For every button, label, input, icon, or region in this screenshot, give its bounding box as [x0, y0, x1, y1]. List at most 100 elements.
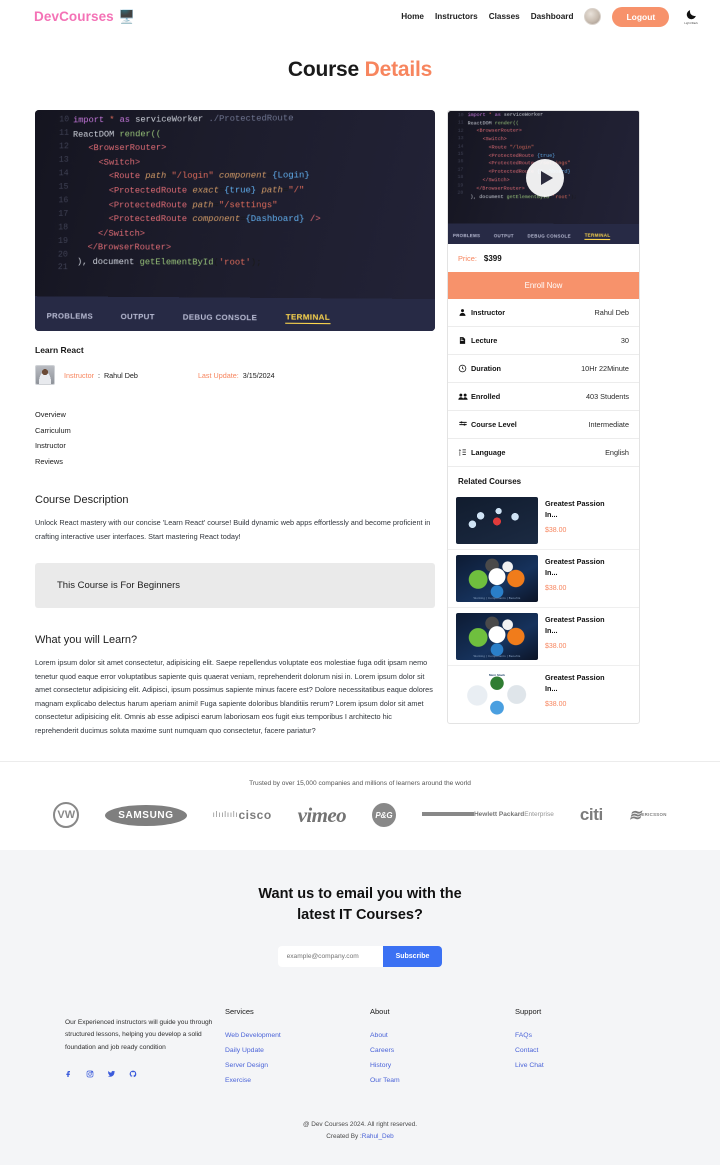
gutter-line: 19 — [58, 236, 68, 246]
related-course-price: $38.00 — [545, 584, 567, 592]
footer-link-exercise[interactable]: Exercise — [225, 1073, 370, 1088]
info-key: Course Level — [471, 420, 517, 429]
cisco-wordmark: cisco — [238, 808, 272, 823]
info-row-duration: Duration 10Hr 22Minute — [448, 355, 639, 383]
footer-link-our-team[interactable]: Our Team — [370, 1073, 515, 1088]
page-title: Course Details — [0, 33, 720, 110]
info-row-language: Language English — [448, 439, 639, 467]
course-meta-row: Instructor : Rahul Deb Last Update: 3/15… — [35, 365, 435, 385]
gutter-line: 12 — [58, 141, 69, 152]
user-icon — [458, 308, 471, 317]
site-footer: Our Experienced instructors will guide y… — [0, 997, 720, 1107]
nav-item-classes[interactable]: Classes — [489, 12, 520, 21]
tab-instructor[interactable]: Instructor — [35, 440, 435, 453]
users-icon — [458, 392, 471, 401]
terminal-tab-terminal: TERMINAL — [285, 312, 331, 325]
tab-overview[interactable]: Overview — [35, 409, 435, 422]
info-value: Rahul Deb — [594, 308, 629, 317]
gutter-line: 20 — [457, 190, 464, 197]
footer-link-web-development[interactable]: Web Development — [225, 1028, 370, 1043]
footer-column-services: Services Web Development Daily Update Se… — [225, 1007, 370, 1088]
tab-reviews[interactable]: Reviews — [35, 456, 435, 469]
pg-logo: P&G — [371, 803, 396, 828]
newsletter-heading-line1: Want us to email you with the — [258, 886, 462, 903]
footer-link-faqs[interactable]: FAQs — [515, 1028, 660, 1043]
enroll-now-button[interactable]: Enroll Now — [448, 272, 639, 299]
play-button-icon[interactable] — [525, 158, 564, 197]
newsletter-section: Want us to email you with the latest IT … — [0, 850, 720, 998]
related-course-item[interactable]: Mern Stack Greatest Passion In... $38.00 — [448, 666, 639, 723]
related-course-item[interactable]: Greatest Passion In... $38.00 — [448, 492, 639, 550]
info-value: Intermediate — [588, 420, 629, 429]
page-title-primary: Course — [287, 58, 360, 81]
page-title-accent: Details — [364, 58, 433, 81]
footer-link-live-chat[interactable]: Live Chat — [515, 1058, 660, 1073]
instructor-meta: Instructor : Rahul Deb — [64, 371, 138, 380]
logout-button[interactable]: Logout — [612, 6, 670, 27]
credit-line: Created By :Rahul_Deb — [0, 1131, 720, 1143]
related-courses-title: Related Courses — [458, 477, 522, 486]
credit-author-link[interactable]: Rahul_Deb — [362, 1133, 394, 1140]
nav-item-instructors[interactable]: Instructors — [435, 12, 478, 21]
info-row-course-level: Course Level Intermediate — [448, 411, 639, 439]
last-update-meta: Last Update: 3/15/2024 — [198, 371, 275, 380]
course-title: Learn React — [35, 345, 84, 355]
clock-icon — [458, 364, 471, 373]
related-course-body: Greatest Passion In... $38.00 — [545, 497, 607, 534]
related-course-thumbnail: Working | Components | Benefits — [456, 555, 538, 602]
gutter-line: 14 — [58, 168, 69, 179]
subscribe-button[interactable]: Subscribe — [382, 946, 443, 968]
brand-name: DevCourses — [34, 9, 114, 24]
trusted-by-section: Trusted by over 15,000 companies and mil… — [0, 761, 720, 850]
instagram-icon[interactable] — [86, 1070, 94, 1078]
footer-link-about[interactable]: About — [370, 1028, 515, 1043]
brand-logo[interactable]: DevCourses 🖥️ — [34, 9, 135, 24]
related-course-price: $38.00 — [545, 526, 567, 534]
ericsson-logo: ≋ ERICSSON — [629, 808, 667, 823]
related-course-price: $38.00 — [545, 642, 567, 650]
gutter-line: 10 — [457, 112, 464, 119]
info-key: Language — [471, 448, 506, 457]
footer-link-server-design[interactable]: Server Design — [225, 1058, 370, 1073]
related-course-thumbnail: Working | Components | Benefits — [456, 613, 538, 660]
main-navigation: Home Instructors Classes Dashboard Logou… — [401, 6, 698, 27]
instructor-name: Rahul Deb — [103, 370, 138, 380]
user-avatar[interactable] — [584, 8, 602, 25]
gutter-line: 16 — [58, 195, 69, 206]
github-icon[interactable] — [129, 1070, 137, 1078]
nav-item-home[interactable]: Home — [401, 12, 424, 21]
course-main-column: 10 11 12 13 14 15 16 17 18 19 20 21 impo… — [35, 110, 435, 737]
info-key: Enrolled — [471, 392, 501, 401]
last-update-label: Last Update: — [197, 370, 239, 380]
volkswagen-logo: VW — [53, 802, 80, 829]
subscribe-form: Subscribe — [0, 946, 720, 968]
code-screenshot-inner: 10 11 12 13 14 15 16 17 18 19 20 21 impo… — [35, 110, 435, 331]
terminal-tab-debug-console: DEBUG CONSOLE — [527, 233, 571, 239]
gutter-line: 18 — [58, 222, 69, 233]
newsletter-email-input[interactable] — [277, 946, 383, 968]
related-course-thumbnail: Mern Stack — [456, 671, 538, 718]
theme-toggle[interactable]: Light/Dark — [684, 8, 698, 25]
related-course-name: Greatest Passion In... — [545, 499, 605, 519]
footer-about-text: Our Experienced instructors will guide y… — [65, 1019, 213, 1051]
footer-link-history[interactable]: History — [370, 1058, 515, 1073]
course-preview-video[interactable]: 10 11 12 13 14 15 16 17 18 19 20 import … — [448, 111, 639, 244]
nav-item-dashboard[interactable]: Dashboard — [531, 12, 574, 21]
footer-link-contact[interactable]: Contact — [515, 1043, 660, 1058]
tab-carriculum[interactable]: Carriculum — [35, 425, 435, 438]
related-course-item[interactable]: Working | Components | Benefits Greatest… — [448, 608, 639, 666]
footer-column-title: Support — [515, 1007, 542, 1017]
footer-link-daily-update[interactable]: Daily Update — [225, 1043, 370, 1058]
terminal-tab-output: OUTPUT — [493, 233, 514, 239]
vimeo-logo: vimeo — [297, 802, 347, 827]
info-key: Instructor — [471, 308, 506, 317]
price-value: $399 — [483, 254, 502, 263]
related-course-item[interactable]: Working | Components | Benefits Greatest… — [448, 550, 639, 608]
main-container: 10 11 12 13 14 15 16 17 18 19 20 21 impo… — [0, 110, 720, 737]
facebook-icon[interactable] — [65, 1070, 73, 1078]
related-course-body: Greatest Passion In... $38.00 — [545, 555, 607, 592]
twitter-icon[interactable] — [107, 1070, 116, 1078]
footer-link-careers[interactable]: Careers — [370, 1043, 515, 1058]
what-you-will-learn-heading: What you will Learn? — [35, 634, 138, 647]
terminal-tab-output: OUTPUT — [120, 312, 155, 323]
